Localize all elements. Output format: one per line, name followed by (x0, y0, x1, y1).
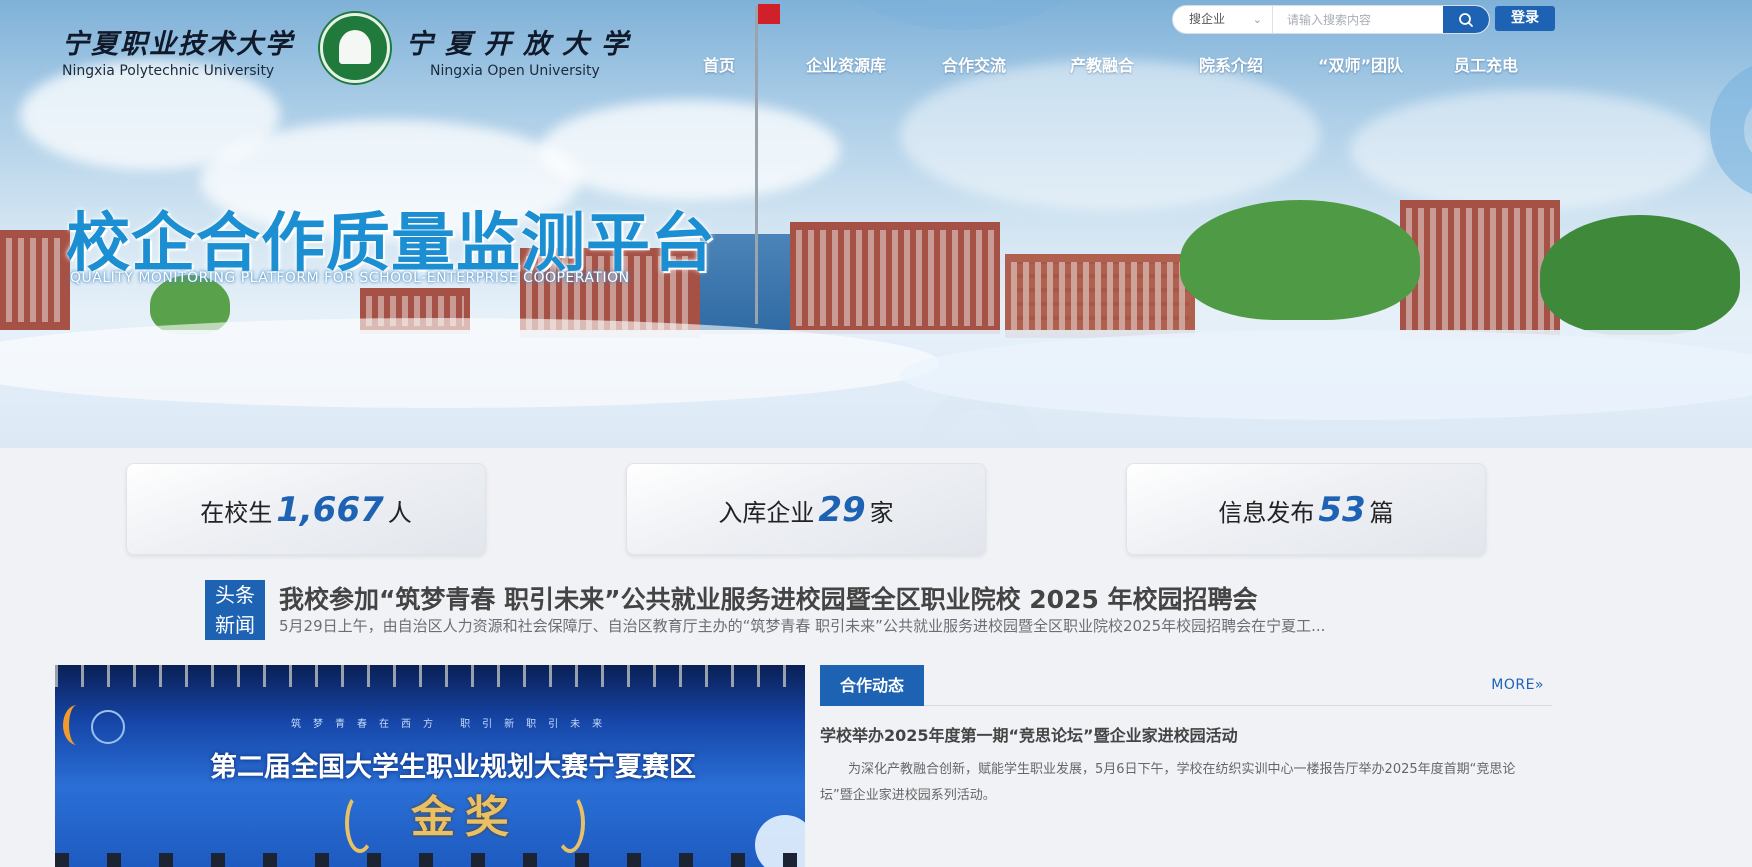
nav-item-enterprise-library[interactable]: 企业资源库 (806, 52, 886, 76)
photo-award: 金奖 (411, 792, 519, 843)
search-input[interactable] (1273, 6, 1445, 33)
search-category-select[interactable]: 搜企业 ⌄ (1173, 6, 1273, 33)
stat-value: 1,667 (276, 490, 384, 530)
chevron-down-icon: ⌄ (1252, 13, 1262, 26)
nav-item-staff-training[interactable]: 员工充电 (1454, 52, 1518, 76)
stat-label: 入库企业 (718, 499, 815, 527)
stat-card-students[interactable]: 在校生 1,667 人 (126, 463, 486, 555)
nav-item-home[interactable]: 首页 (703, 52, 735, 76)
headline-badge-line1: 头条 (215, 583, 255, 607)
stat-unit: 人 (387, 499, 412, 527)
stat-value: 29 (818, 490, 866, 530)
more-link[interactable]: MORE» (1491, 677, 1544, 693)
logo-no-en: Ningxia Open University (430, 63, 600, 79)
stat-label: 在校生 (200, 499, 273, 527)
search-category-label: 搜企业 (1189, 12, 1226, 26)
logo-ningxia-open[interactable]: 宁夏开放大学 Ningxia Open University (406, 22, 646, 79)
logo-np-cn: 宁夏职业技术大学 (62, 29, 294, 60)
nav-item-industry-education[interactable]: 产教融合 (1070, 52, 1134, 76)
search-icon (1459, 13, 1473, 27)
headline-badge: 头条 新闻 (205, 580, 265, 640)
double-chevron-right-icon: » (1534, 677, 1544, 693)
photo-title: 第二届全国大学生职业规划大赛宁夏赛区 (210, 752, 696, 783)
stat-label: 信息发布 (1218, 499, 1315, 527)
laurel-right-icon (555, 793, 585, 853)
news-item-body: 为深化产教融合创新，赋能学生职业发展，5月6日下午，学校在纺织实训中心一楼报告厅… (820, 762, 1516, 803)
laurel-left-icon (345, 793, 375, 853)
search-button[interactable] (1443, 6, 1489, 33)
tab-cooperation-news[interactable]: 合作动态 (820, 665, 924, 706)
news-photo[interactable]: 筑梦青春在西方 职引新职引未来 第二届全国大学生职业规划大赛宁夏赛区 金奖 (55, 665, 805, 867)
login-button[interactable]: 登录 (1495, 6, 1555, 31)
flag-icon (758, 4, 780, 24)
university-emblem-icon (320, 13, 390, 83)
logo-ningxia-polytechnic[interactable]: 宁夏职业技术大学 Ningxia Polytechnic University (62, 22, 302, 79)
photo-tagline: 筑梦青春在西方 职引新职引未来 (291, 719, 615, 730)
nav-item-cooperation[interactable]: 合作交流 (942, 52, 1006, 76)
headline-badge-line2: 新闻 (215, 613, 255, 637)
nav-item-departments[interactable]: 院系介绍 (1199, 52, 1263, 76)
search-bar: 搜企业 ⌄ (1172, 5, 1490, 34)
hero-subtitle: QUALITY MONITORING PLATFORM FOR SCHOOL-E… (70, 270, 630, 286)
stat-card-enterprises[interactable]: 入库企业 29 家 (626, 463, 986, 555)
stat-unit: 家 (869, 499, 894, 527)
stat-card-publications[interactable]: 信息发布 53 篇 (1126, 463, 1486, 555)
stat-value: 53 (1318, 490, 1366, 530)
logo-no-cn: 宁夏开放大学 (406, 29, 640, 60)
headline-title[interactable]: 我校参加“筑梦青春 职引未来”公共就业服务进校园暨全区职业院校 2025 年校园… (279, 580, 1258, 616)
nav-item-dual-teacher-team[interactable]: “双师”团队 (1318, 52, 1403, 76)
logo-np-en: Ningxia Polytechnic University (62, 63, 275, 79)
seal-icon (91, 710, 125, 744)
news-panel-header: 合作动态 MORE» (820, 665, 1552, 706)
more-label: MORE (1491, 677, 1535, 693)
news-item-title[interactable]: 学校举办2025年度第一期“竞思论坛”暨企业家进校园活动 (820, 722, 1238, 746)
headline-summary: 5月29日上午，由自治区人力资源和社会保障厅、自治区教育厅主办的“筑梦青春 职引… (279, 617, 1326, 635)
event-logo-icon (63, 705, 91, 745)
stat-unit: 篇 (1369, 499, 1394, 527)
